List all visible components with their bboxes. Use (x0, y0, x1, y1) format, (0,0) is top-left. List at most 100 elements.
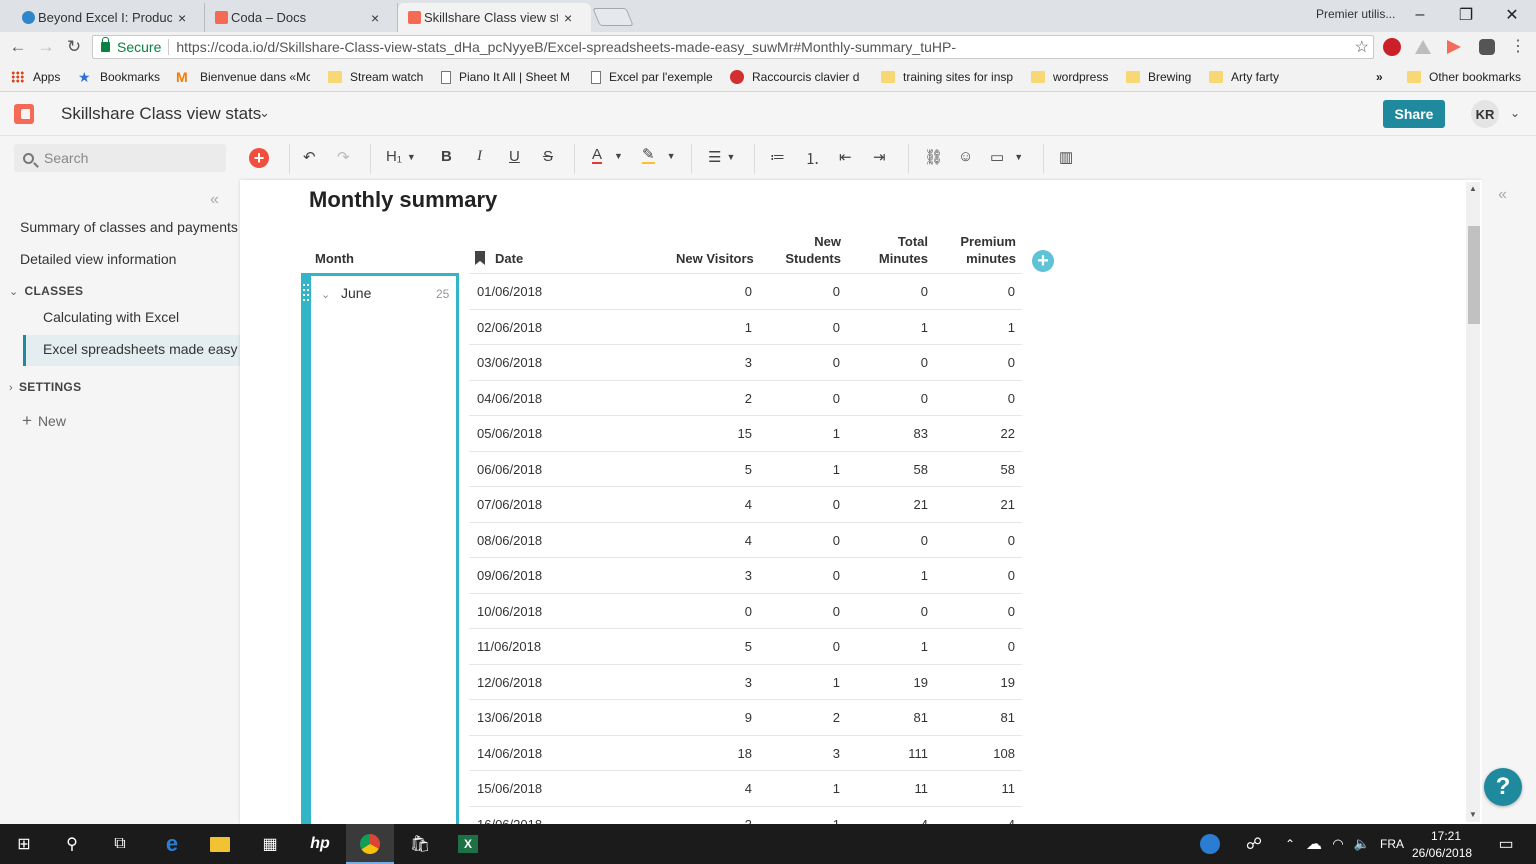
doc-title[interactable]: Skillshare Class view stats (61, 104, 261, 124)
group-month-june[interactable] (301, 273, 459, 824)
cell-date[interactable]: 05/06/2018 (477, 426, 542, 441)
cell-students[interactable]: 0 (833, 639, 840, 654)
bookmark-arty-farty[interactable]: Arty farty (1209, 70, 1279, 84)
table-row[interactable]: 16/06/2018 3 1 4 4 (469, 807, 1022, 825)
file-explorer-icon[interactable] (208, 832, 232, 856)
cell-students[interactable]: 1 (833, 817, 840, 825)
sidebar-item-excel-spreadsheets-made-easy[interactable]: Excel spreadsheets made easy (23, 335, 240, 366)
cell-visitors[interactable]: 1 (745, 320, 752, 335)
link-icon[interactable]: ⛓ (924, 148, 943, 166)
insert-plus-icon[interactable]: + (249, 148, 269, 168)
clock-time[interactable]: 17:21 (1418, 829, 1474, 843)
outdent-icon[interactable]: ⇤ (839, 148, 852, 166)
expand-right-panel-icon[interactable]: « (1498, 186, 1507, 204)
strikethrough-button[interactable]: S (543, 148, 553, 165)
cell-date[interactable]: 10/06/2018 (477, 604, 542, 619)
bold-button[interactable]: B (441, 148, 452, 165)
table-row[interactable]: 14/06/2018 18 3 111 108 (469, 736, 1022, 771)
cell-date[interactable]: 08/06/2018 (477, 533, 542, 548)
task-view-icon[interactable]: ⧉ (108, 832, 132, 856)
cell-date[interactable]: 14/06/2018 (477, 746, 542, 761)
edge-browser-icon[interactable]: e (160, 831, 184, 856)
restore-button[interactable]: ❐ (1444, 4, 1488, 26)
cell-visitors[interactable]: 3 (745, 675, 752, 690)
bookmark-raccourcis[interactable]: Raccourcis clavier de (730, 70, 860, 84)
pinterest-extension-icon[interactable] (1383, 38, 1401, 56)
cell-total[interactable]: 1 (921, 639, 928, 654)
table-row[interactable]: 12/06/2018 3 1 19 19 (469, 665, 1022, 700)
other-bookmarks[interactable]: Other bookmarks (1407, 70, 1521, 84)
avatar[interactable]: KR (1471, 100, 1499, 128)
cell-total[interactable]: 81 (914, 710, 928, 725)
doc-map-icon[interactable]: ▥ (1059, 148, 1073, 166)
table-row[interactable]: 07/06/2018 4 0 21 21 (469, 487, 1022, 523)
cell-premium[interactable]: 11 (1002, 781, 1016, 796)
cell-visitors[interactable]: 5 (745, 639, 752, 654)
cell-total[interactable]: 111 (908, 746, 928, 761)
cell-visitors[interactable]: 3 (745, 817, 752, 825)
cell-students[interactable]: 0 (833, 284, 840, 299)
bookmark-star-icon[interactable]: ☆ (1355, 37, 1369, 57)
cell-date[interactable]: 04/06/2018 (477, 391, 542, 406)
cell-visitors[interactable]: 0 (745, 284, 752, 299)
text-color-dropdown[interactable]: A ▼ (592, 147, 623, 164)
onedrive-cloud-icon[interactable]: ☁ (1302, 832, 1326, 856)
cell-premium[interactable]: 1 (1008, 320, 1015, 335)
collapse-sidebar-icon[interactable]: « (210, 191, 219, 209)
add-column-button[interactable]: + (1032, 250, 1054, 272)
cell-visitors[interactable]: 4 (745, 497, 752, 512)
clock-date[interactable]: 26/06/2018 (1412, 846, 1472, 860)
cell-students[interactable]: 0 (833, 568, 840, 583)
chrome-menu-icon[interactable]: ⋮ (1510, 36, 1526, 55)
column-header-date[interactable]: Date (495, 250, 523, 267)
cell-students[interactable]: 1 (833, 675, 840, 690)
cell-date[interactable]: 02/06/2018 (477, 320, 542, 335)
cell-total[interactable]: 11 (915, 781, 929, 796)
cell-visitors[interactable]: 3 (745, 568, 752, 583)
column-header-month[interactable]: Month (315, 250, 354, 267)
redo-icon[interactable]: ↷ (337, 148, 350, 166)
cell-students[interactable]: 0 (833, 320, 840, 335)
indent-icon[interactable]: ⇥ (873, 148, 886, 166)
cell-students[interactable]: 1 (833, 462, 840, 477)
table-row[interactable]: 08/06/2018 4 0 0 0 (469, 523, 1022, 558)
underline-button[interactable]: U (509, 148, 520, 165)
comment-dropdown[interactable]: ▭ ▼ (990, 148, 1023, 166)
browser-tab-beyond-excel[interactable]: Beyond Excel I: Productiv × (12, 3, 205, 32)
help-tray-icon[interactable] (1198, 832, 1222, 856)
windows-start-icon[interactable]: ⊞ (12, 832, 36, 856)
tab-close-icon[interactable]: × (178, 10, 186, 26)
store-icon[interactable]: 🛍 (408, 832, 432, 856)
table-row[interactable]: 05/06/2018 15 1 83 22 (469, 416, 1022, 452)
cell-total[interactable]: 0 (921, 391, 928, 406)
bookmark-excel-par-exemple[interactable]: Excel par l'exemple (591, 70, 713, 84)
extension-icon[interactable] (1479, 39, 1495, 55)
cell-premium[interactable]: 81 (1001, 710, 1015, 725)
input-language[interactable]: FRA (1380, 837, 1404, 851)
table-row[interactable]: 03/06/2018 3 0 0 0 (469, 345, 1022, 381)
cell-premium[interactable]: 0 (1008, 284, 1015, 299)
cell-students[interactable]: 0 (833, 355, 840, 370)
cell-date[interactable]: 01/06/2018 (477, 284, 542, 299)
cell-students[interactable]: 0 (833, 391, 840, 406)
share-button[interactable]: Share (1383, 100, 1445, 128)
cell-premium[interactable]: 4 (1008, 817, 1015, 825)
new-section-button[interactable]: + New (22, 411, 66, 431)
cell-premium[interactable]: 0 (1008, 568, 1015, 583)
undo-icon[interactable]: ↶ (303, 148, 316, 166)
drive-extension-icon[interactable] (1415, 40, 1431, 54)
cell-total[interactable]: 0 (921, 604, 928, 619)
reload-icon[interactable]: ↻ (64, 37, 84, 57)
tab-close-icon[interactable]: × (371, 10, 379, 26)
omnibox[interactable]: Secure https://coda.io/d/Skillshare-Clas… (92, 35, 1374, 59)
cell-visitors[interactable]: 5 (745, 462, 752, 477)
volume-icon[interactable]: 🔈 (1350, 832, 1374, 856)
numbered-list-icon[interactable]: ⒈ (805, 148, 820, 169)
coda-logo-icon[interactable] (14, 104, 34, 124)
cell-date[interactable]: 07/06/2018 (477, 497, 542, 512)
bookmark-apps[interactable]: Apps (11, 70, 60, 84)
scroll-down-arrow-icon[interactable]: ▼ (1469, 810, 1477, 819)
cell-total[interactable]: 19 (914, 675, 928, 690)
tab-close-icon[interactable]: × (564, 10, 572, 26)
show-hidden-icons-icon[interactable]: ⌃ (1278, 832, 1302, 856)
